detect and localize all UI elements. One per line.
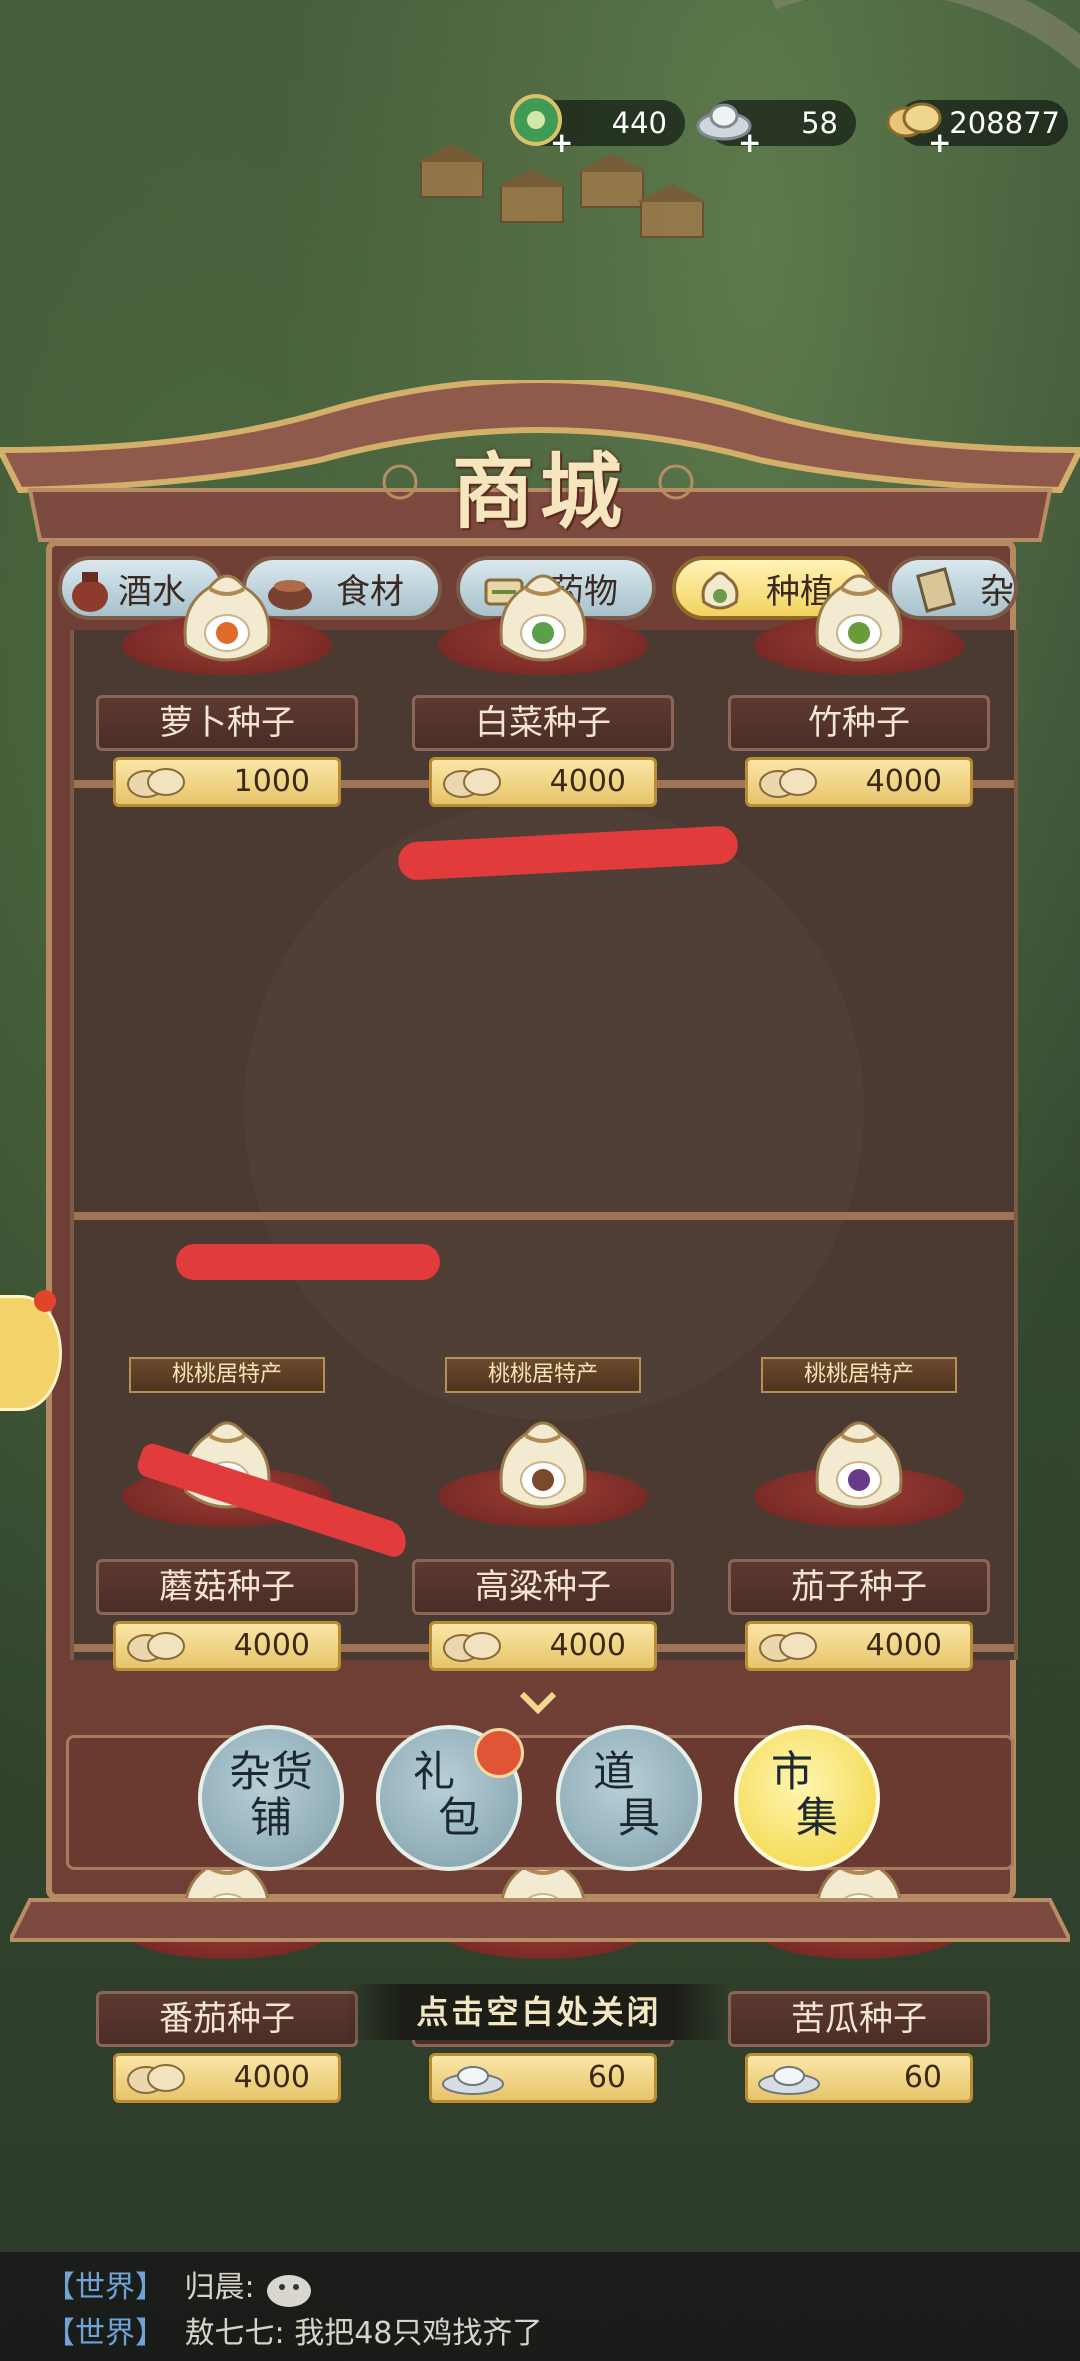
scroll-icon	[915, 567, 957, 613]
price-value: 60	[903, 2060, 942, 2095]
item-name: 白菜种子	[412, 695, 674, 751]
close-hint[interactable]: 点击空白处关闭	[346, 1984, 732, 2040]
price-value: 4000	[549, 1628, 626, 1663]
price-value: 4000	[233, 2060, 310, 2095]
nav-label-bottom: 铺	[249, 1793, 292, 1842]
shop-base	[10, 1898, 1070, 1942]
item-price[interactable]: 1000	[113, 757, 341, 807]
nav-label-top: 道	[592, 1747, 635, 1796]
nav-label-bottom: 具	[617, 1793, 660, 1842]
chat-sender: 敖七七:	[184, 2316, 285, 2351]
nav-label-top: 市	[770, 1747, 813, 1796]
chevron-down-icon[interactable]	[518, 1688, 558, 1718]
price-value: 4000	[865, 1628, 942, 1663]
seed-bag-icon	[183, 574, 271, 662]
silver-ingot-icon	[442, 2066, 504, 2095]
copper-coins-icon	[127, 1632, 185, 1662]
chat-sender: 归晨:	[184, 2270, 255, 2305]
item-price[interactable]: 4000	[113, 2053, 341, 2103]
map-building	[496, 169, 568, 223]
copper-coins-icon	[127, 768, 185, 798]
price-value: 4000	[233, 1628, 310, 1663]
seed-bag-icon	[499, 574, 587, 662]
tab-label: 食材	[336, 571, 404, 612]
item-price[interactable]: 4000	[745, 757, 973, 807]
item-name: 茄子种子	[728, 1559, 990, 1615]
price-value: 4000	[549, 764, 626, 799]
seed-bag-icon	[499, 1421, 587, 1509]
item-price[interactable]: 60	[429, 2053, 657, 2103]
seed-bag-icon	[815, 574, 903, 662]
chat-message: 我把48只鸡找齐了	[294, 2316, 543, 2351]
map-building	[416, 144, 488, 198]
item-price[interactable]: 4000	[429, 757, 657, 807]
nav-grocery-button[interactable]: 杂货 铺	[198, 1725, 344, 1871]
coins-value: 208877	[949, 106, 1060, 140]
chat-row: 【世界】 归晨:	[45, 2262, 314, 2309]
chat-channel: 【世界】	[45, 2270, 165, 2305]
currency-jade[interactable]: + 440	[510, 94, 685, 159]
item-name: 高粱种子	[412, 1559, 674, 1615]
item-name: 苦瓜种子	[728, 1991, 990, 2047]
specialty-tag: 桃桃居特产	[129, 1357, 325, 1393]
currency-silver[interactable]: + 58	[696, 100, 856, 159]
tab-label: 杂	[980, 571, 1014, 612]
map-building	[576, 154, 648, 208]
price-value: 1000	[233, 764, 310, 799]
currency-coins[interactable]: + 208877	[886, 100, 1068, 159]
world-chat[interactable]: 【世界】 归晨: 【世界】 敖七七: 我把48只鸡找齐了	[0, 2252, 1080, 2361]
copper-coins-icon	[759, 1632, 817, 1662]
item-price[interactable]: 4000	[113, 1621, 341, 1671]
item-name: 萝卜种子	[96, 695, 358, 751]
nav-items-button[interactable]: 道 具	[556, 1725, 702, 1871]
add-silver-icon[interactable]: +	[738, 126, 761, 159]
add-jade-icon[interactable]: +	[550, 126, 573, 159]
seed-bag-icon	[815, 1421, 903, 1509]
specialty-tag: 桃桃居特产	[445, 1357, 641, 1393]
seed-bag-icon	[701, 571, 739, 610]
item-name: 蘑菇种子	[96, 1559, 358, 1615]
silver-value: 58	[801, 106, 838, 140]
chat-channel: 【世界】	[45, 2316, 165, 2351]
item-name: 番茄种子	[96, 1991, 358, 2047]
silver-ingot-icon	[758, 2066, 820, 2095]
item-price[interactable]: 4000	[745, 1621, 973, 1671]
price-value: 4000	[865, 764, 942, 799]
wine-jar-icon	[72, 572, 108, 612]
chat-row: 【世界】 敖七七: 我把48只鸡找齐了	[45, 2308, 542, 2352]
nav-label-top: 杂货	[228, 1747, 313, 1796]
item-name: 竹种子	[728, 695, 990, 751]
item-price[interactable]: 4000	[429, 1621, 657, 1671]
item-price[interactable]: 60	[745, 2053, 973, 2103]
copper-coins-icon	[759, 768, 817, 798]
nav-label-bottom: 集	[795, 1793, 838, 1842]
nav-label-top: 礼	[412, 1747, 455, 1796]
copper-coins-icon	[127, 2064, 185, 2094]
ghost-emoji-icon	[267, 2274, 312, 2307]
gift-badge-icon	[474, 1728, 524, 1778]
copper-coins-icon	[443, 768, 501, 798]
shop-title: 商城	[451, 444, 628, 540]
nav-label-bottom: 包	[437, 1793, 480, 1842]
shelf-rail	[74, 1212, 1014, 1220]
redaction-mark	[176, 1244, 440, 1280]
map-building	[636, 184, 708, 238]
jade-value: 440	[611, 106, 667, 140]
copper-coins-icon	[443, 1632, 501, 1662]
specialty-tag: 桃桃居特产	[761, 1357, 957, 1393]
price-value: 60	[587, 2060, 626, 2095]
nav-market-button[interactable]: 市 集	[734, 1725, 880, 1871]
notification-dot	[34, 1290, 56, 1312]
add-coins-icon[interactable]: +	[928, 126, 951, 159]
